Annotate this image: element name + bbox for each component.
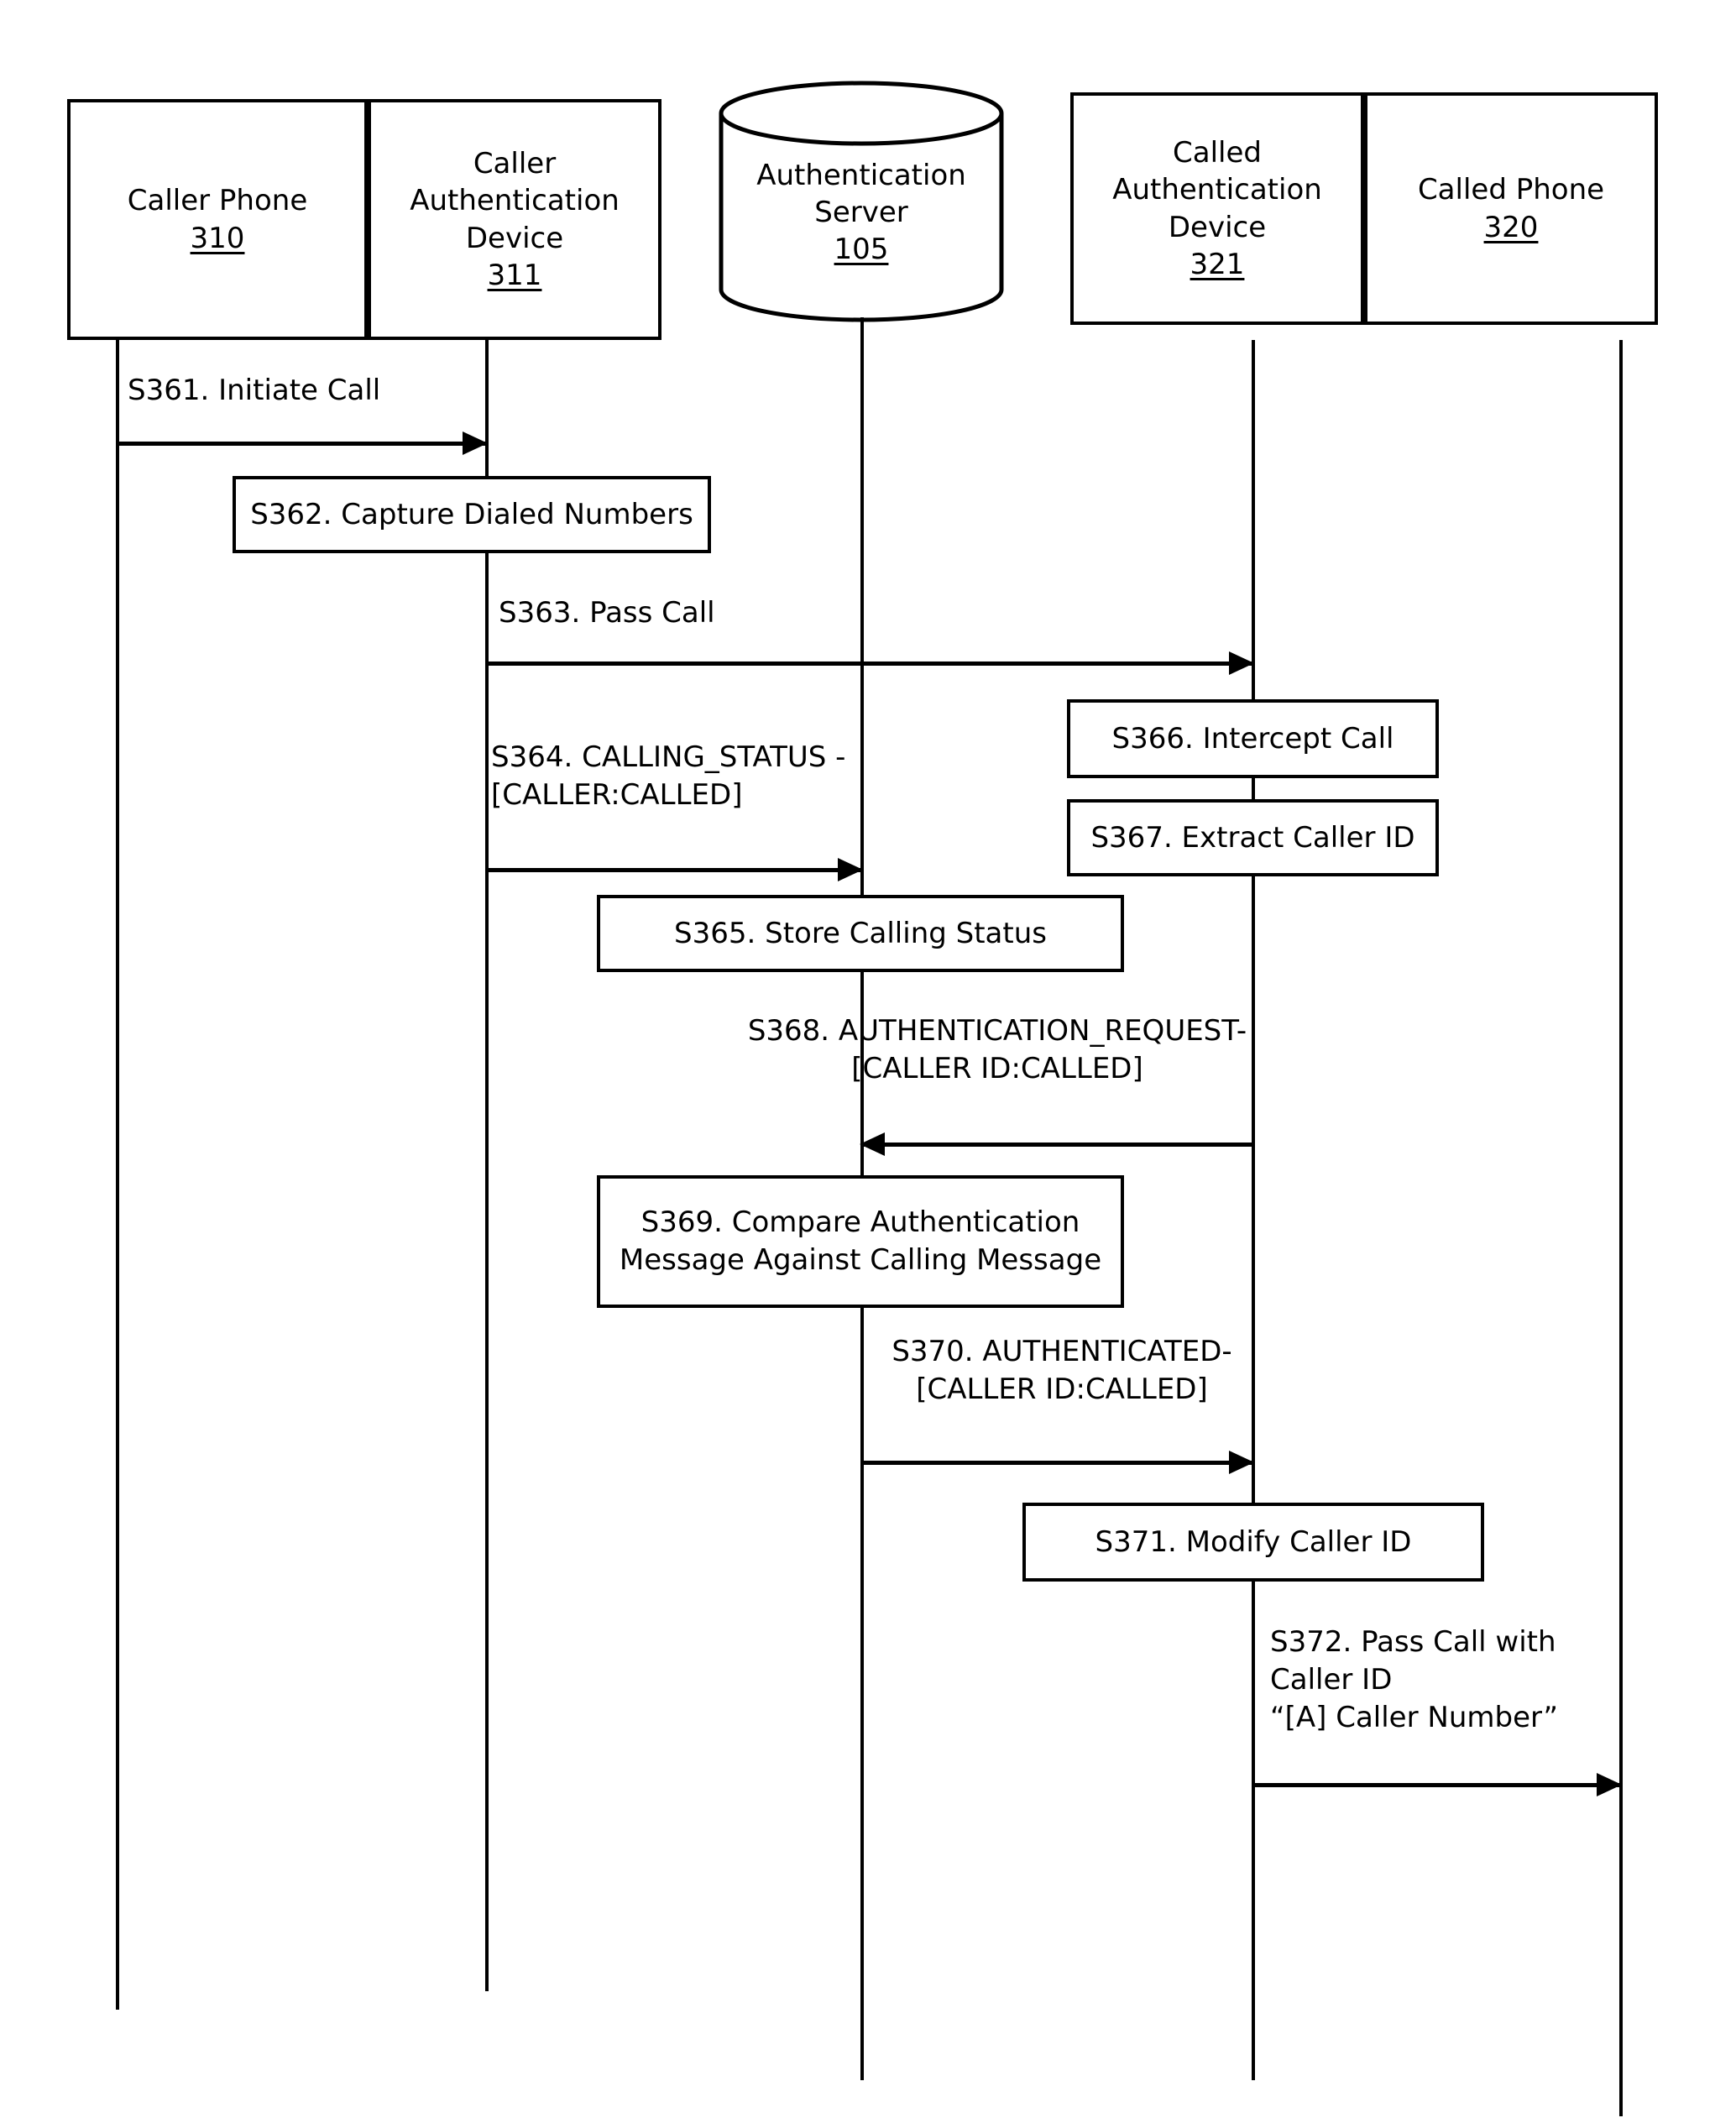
participant-auth-server-ref: 105 — [834, 233, 889, 267]
message-arrow-s364 — [485, 858, 863, 881]
message-label-s372: S372. Pass Call with Caller ID “[A] Call… — [1270, 1625, 1559, 1734]
action-box-s367[interactable]: S367. Extract Caller ID — [1067, 799, 1439, 876]
participant-caller-auth-device-name: Caller Authentication Device — [410, 147, 620, 255]
participant-caller-phone-ref: 310 — [190, 221, 245, 255]
arrowhead-icon — [860, 1132, 885, 1156]
message-arrow-s361 — [116, 431, 488, 455]
message-label-s364: S364. CALLING_STATUS - [CALLER:CALLED] — [491, 740, 846, 812]
participant-caller-phone-name: Caller Phone — [127, 184, 308, 218]
sequence-diagram-canvas: Caller Phone 310 Caller Authentication D… — [0, 0, 1736, 2123]
action-box-s369[interactable]: S369. Compare Authentication Message Aga… — [597, 1175, 1124, 1308]
action-box-s362[interactable]: S362. Capture Dialed Numbers — [233, 476, 711, 553]
message-arrow-s368 — [860, 1132, 1253, 1156]
message-label-s363: S363. Pass Call — [499, 596, 715, 630]
participant-called-auth-device-ref: 321 — [1190, 247, 1245, 281]
lifeline-called-phone — [1619, 340, 1623, 2116]
participant-auth-server[interactable]: Authentication Server 105 — [718, 80, 1005, 323]
action-box-s371[interactable]: S371. Modify Caller ID — [1022, 1503, 1484, 1582]
participant-called-auth-device[interactable]: Called Authentication Device 321 — [1070, 92, 1364, 325]
arrowhead-icon — [838, 858, 863, 881]
message-label-s368: S368. AUTHENTICATION_REQUEST- [CALLER ID… — [747, 1014, 1247, 1085]
participant-caller-auth-device[interactable]: Caller Authentication Device 311 — [368, 99, 661, 340]
arrowhead-icon — [1229, 1451, 1254, 1474]
participant-called-phone[interactable]: Called Phone 320 — [1364, 92, 1658, 325]
action-box-s365[interactable]: S365. Store Calling Status — [597, 895, 1124, 972]
participant-caller-phone[interactable]: Caller Phone 310 — [67, 99, 368, 340]
participant-caller-auth-device-ref: 311 — [487, 258, 542, 292]
message-arrow-s372 — [1252, 1773, 1622, 1796]
lifeline-caller-auth-device — [485, 340, 489, 1991]
arrowhead-icon — [1229, 651, 1254, 675]
lifeline-called-auth-device — [1252, 340, 1255, 2080]
message-arrow-s363 — [485, 651, 1254, 675]
participant-auth-server-name: Authentication Server — [756, 159, 966, 230]
arrowhead-icon — [1597, 1773, 1622, 1796]
message-label-s370: S370. AUTHENTICATED- [CALLER ID:CALLED] — [892, 1335, 1232, 1406]
participant-called-auth-device-name: Called Authentication Device — [1112, 136, 1322, 244]
message-arrow-s370 — [860, 1451, 1254, 1474]
participant-called-phone-ref: 320 — [1483, 210, 1539, 244]
participant-auth-server-text: Authentication Server 105 — [718, 157, 1005, 269]
action-box-s366[interactable]: S366. Intercept Call — [1067, 699, 1439, 778]
participant-called-phone-name: Called Phone — [1417, 173, 1605, 207]
lifeline-caller-phone — [116, 340, 119, 2010]
arrowhead-icon — [463, 431, 488, 455]
message-label-s361: S361. Initiate Call — [128, 374, 381, 407]
